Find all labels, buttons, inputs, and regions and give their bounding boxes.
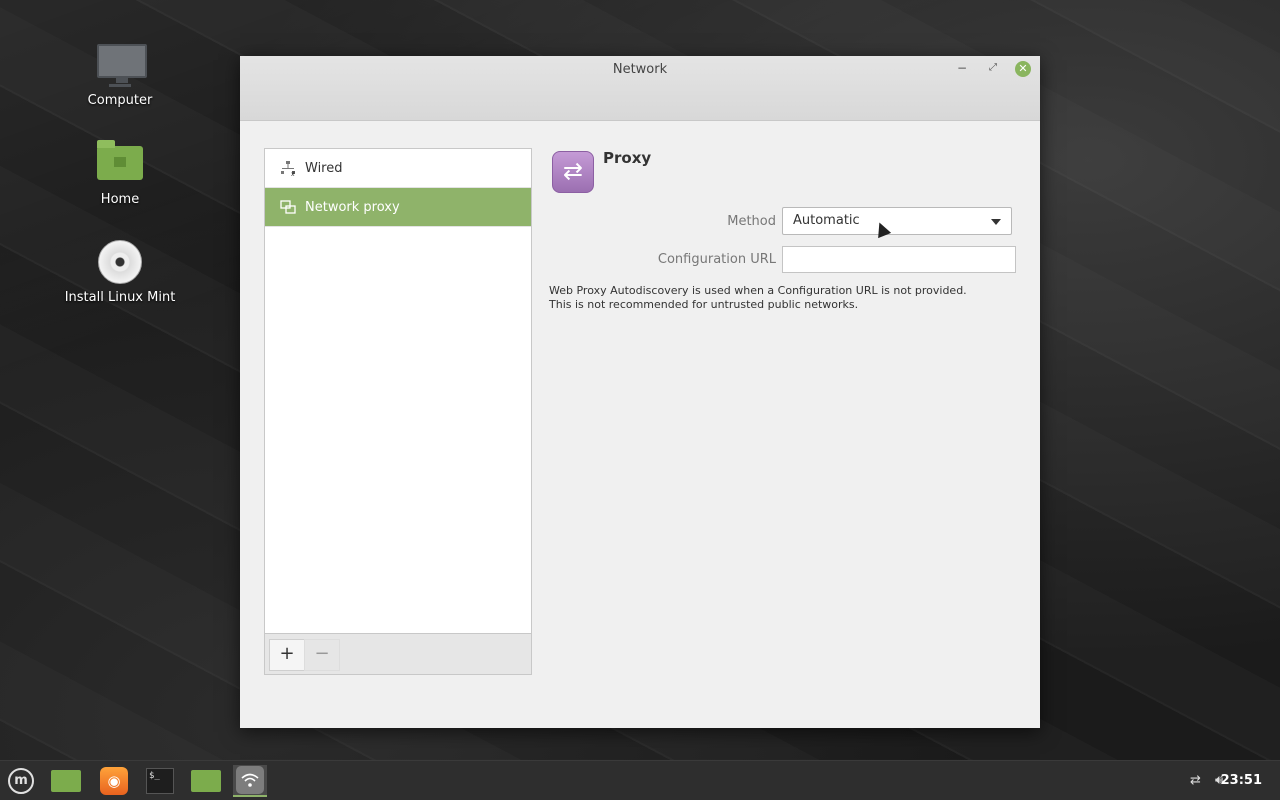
- config-url-input[interactable]: [782, 246, 1016, 273]
- maximize-button[interactable]: ⤢: [985, 61, 1001, 77]
- proxy-icon: [279, 199, 297, 215]
- desktop-icon-label: Home: [100, 192, 140, 207]
- taskbar-terminal[interactable]: $_: [143, 765, 177, 797]
- menu-button[interactable]: m: [4, 765, 38, 797]
- sidebar-item-label: Network proxy: [305, 199, 400, 215]
- close-button[interactable]: ✕: [1015, 61, 1031, 77]
- desktop-icon-install[interactable]: Install Linux Mint: [55, 240, 185, 305]
- window-titlebar[interactable]: Network − ⤢ ✕: [240, 56, 1040, 121]
- firefox-icon: ◉: [100, 767, 128, 795]
- note-line-1: Web Proxy Autodiscovery is used when a C…: [549, 284, 967, 297]
- folder-icon: [191, 770, 221, 792]
- sidebar-item-label: Wired: [305, 160, 343, 176]
- taskbar-network-window[interactable]: [233, 765, 267, 797]
- taskbar: m ◉ $_ ⇄ 🔊︎ 23:51: [0, 760, 1280, 800]
- sidebar-item-wired[interactable]: x Wired: [265, 149, 531, 188]
- desktop-icon: [51, 770, 81, 792]
- svg-text:x: x: [291, 171, 295, 176]
- clock[interactable]: 23:51: [1221, 773, 1262, 788]
- taskbar-firefox[interactable]: ◉: [97, 765, 131, 797]
- taskbar-files[interactable]: [189, 765, 223, 797]
- wpad-note: Web Proxy Autodiscovery is used when a C…: [549, 284, 967, 312]
- desktop-icon-label: Computer: [87, 93, 153, 108]
- list-toolbar: + −: [265, 633, 531, 674]
- wired-network-icon: x: [279, 160, 297, 176]
- wifi-icon: [236, 766, 264, 794]
- page-title: Proxy: [603, 149, 652, 167]
- note-line-2: This is not recommended for untrusted pu…: [549, 298, 859, 311]
- disc-icon: [98, 240, 142, 284]
- desktop-icon-computer[interactable]: Computer: [55, 42, 185, 108]
- config-url-label: Configuration URL: [657, 252, 776, 267]
- add-connection-button[interactable]: +: [269, 639, 305, 671]
- network-window: Network − ⤢ ✕ x Wired Network proxy + − …: [240, 56, 1040, 728]
- method-select[interactable]: Automatic: [782, 207, 1012, 235]
- home-folder-icon: [97, 140, 143, 180]
- remove-connection-button[interactable]: −: [304, 639, 340, 671]
- sidebar-item-network-proxy[interactable]: Network proxy: [265, 188, 531, 227]
- desktop-icon-label: Install Linux Mint: [64, 290, 176, 305]
- method-label: Method: [727, 214, 776, 229]
- terminal-icon: $_: [146, 768, 174, 794]
- connection-list: x Wired Network proxy + −: [264, 148, 532, 675]
- taskbar-show-desktop[interactable]: [49, 765, 83, 797]
- computer-icon: [97, 44, 147, 87]
- window-title: Network: [612, 62, 668, 77]
- method-select-value: Automatic: [793, 213, 860, 228]
- chevron-down-icon: [991, 219, 1001, 225]
- network-status-icon[interactable]: ⇄: [1190, 773, 1201, 788]
- desktop-icon-home[interactable]: Home: [55, 140, 185, 207]
- mint-logo-icon: m: [8, 768, 34, 794]
- minimize-button[interactable]: −: [954, 61, 970, 77]
- proxy-arrows-icon: ⇄: [552, 151, 594, 193]
